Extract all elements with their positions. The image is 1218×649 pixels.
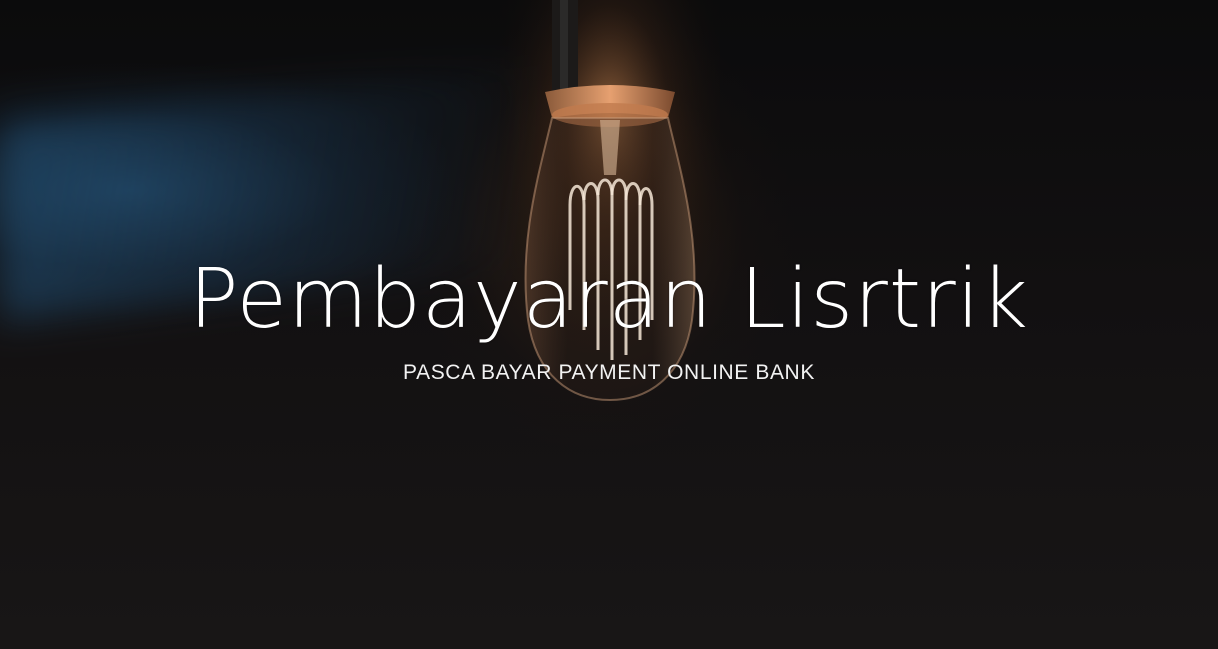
hero-content: Pembayaran Lisrtrik PASCA BAYAR PAYMENT … xyxy=(0,250,1218,386)
hero-section: Pembayaran Lisrtrik PASCA BAYAR PAYMENT … xyxy=(0,0,1218,649)
page-title: Pembayaran Lisrtrik xyxy=(189,252,1029,347)
page-subtitle: PASCA BAYAR PAYMENT ONLINE BANK xyxy=(403,361,815,384)
